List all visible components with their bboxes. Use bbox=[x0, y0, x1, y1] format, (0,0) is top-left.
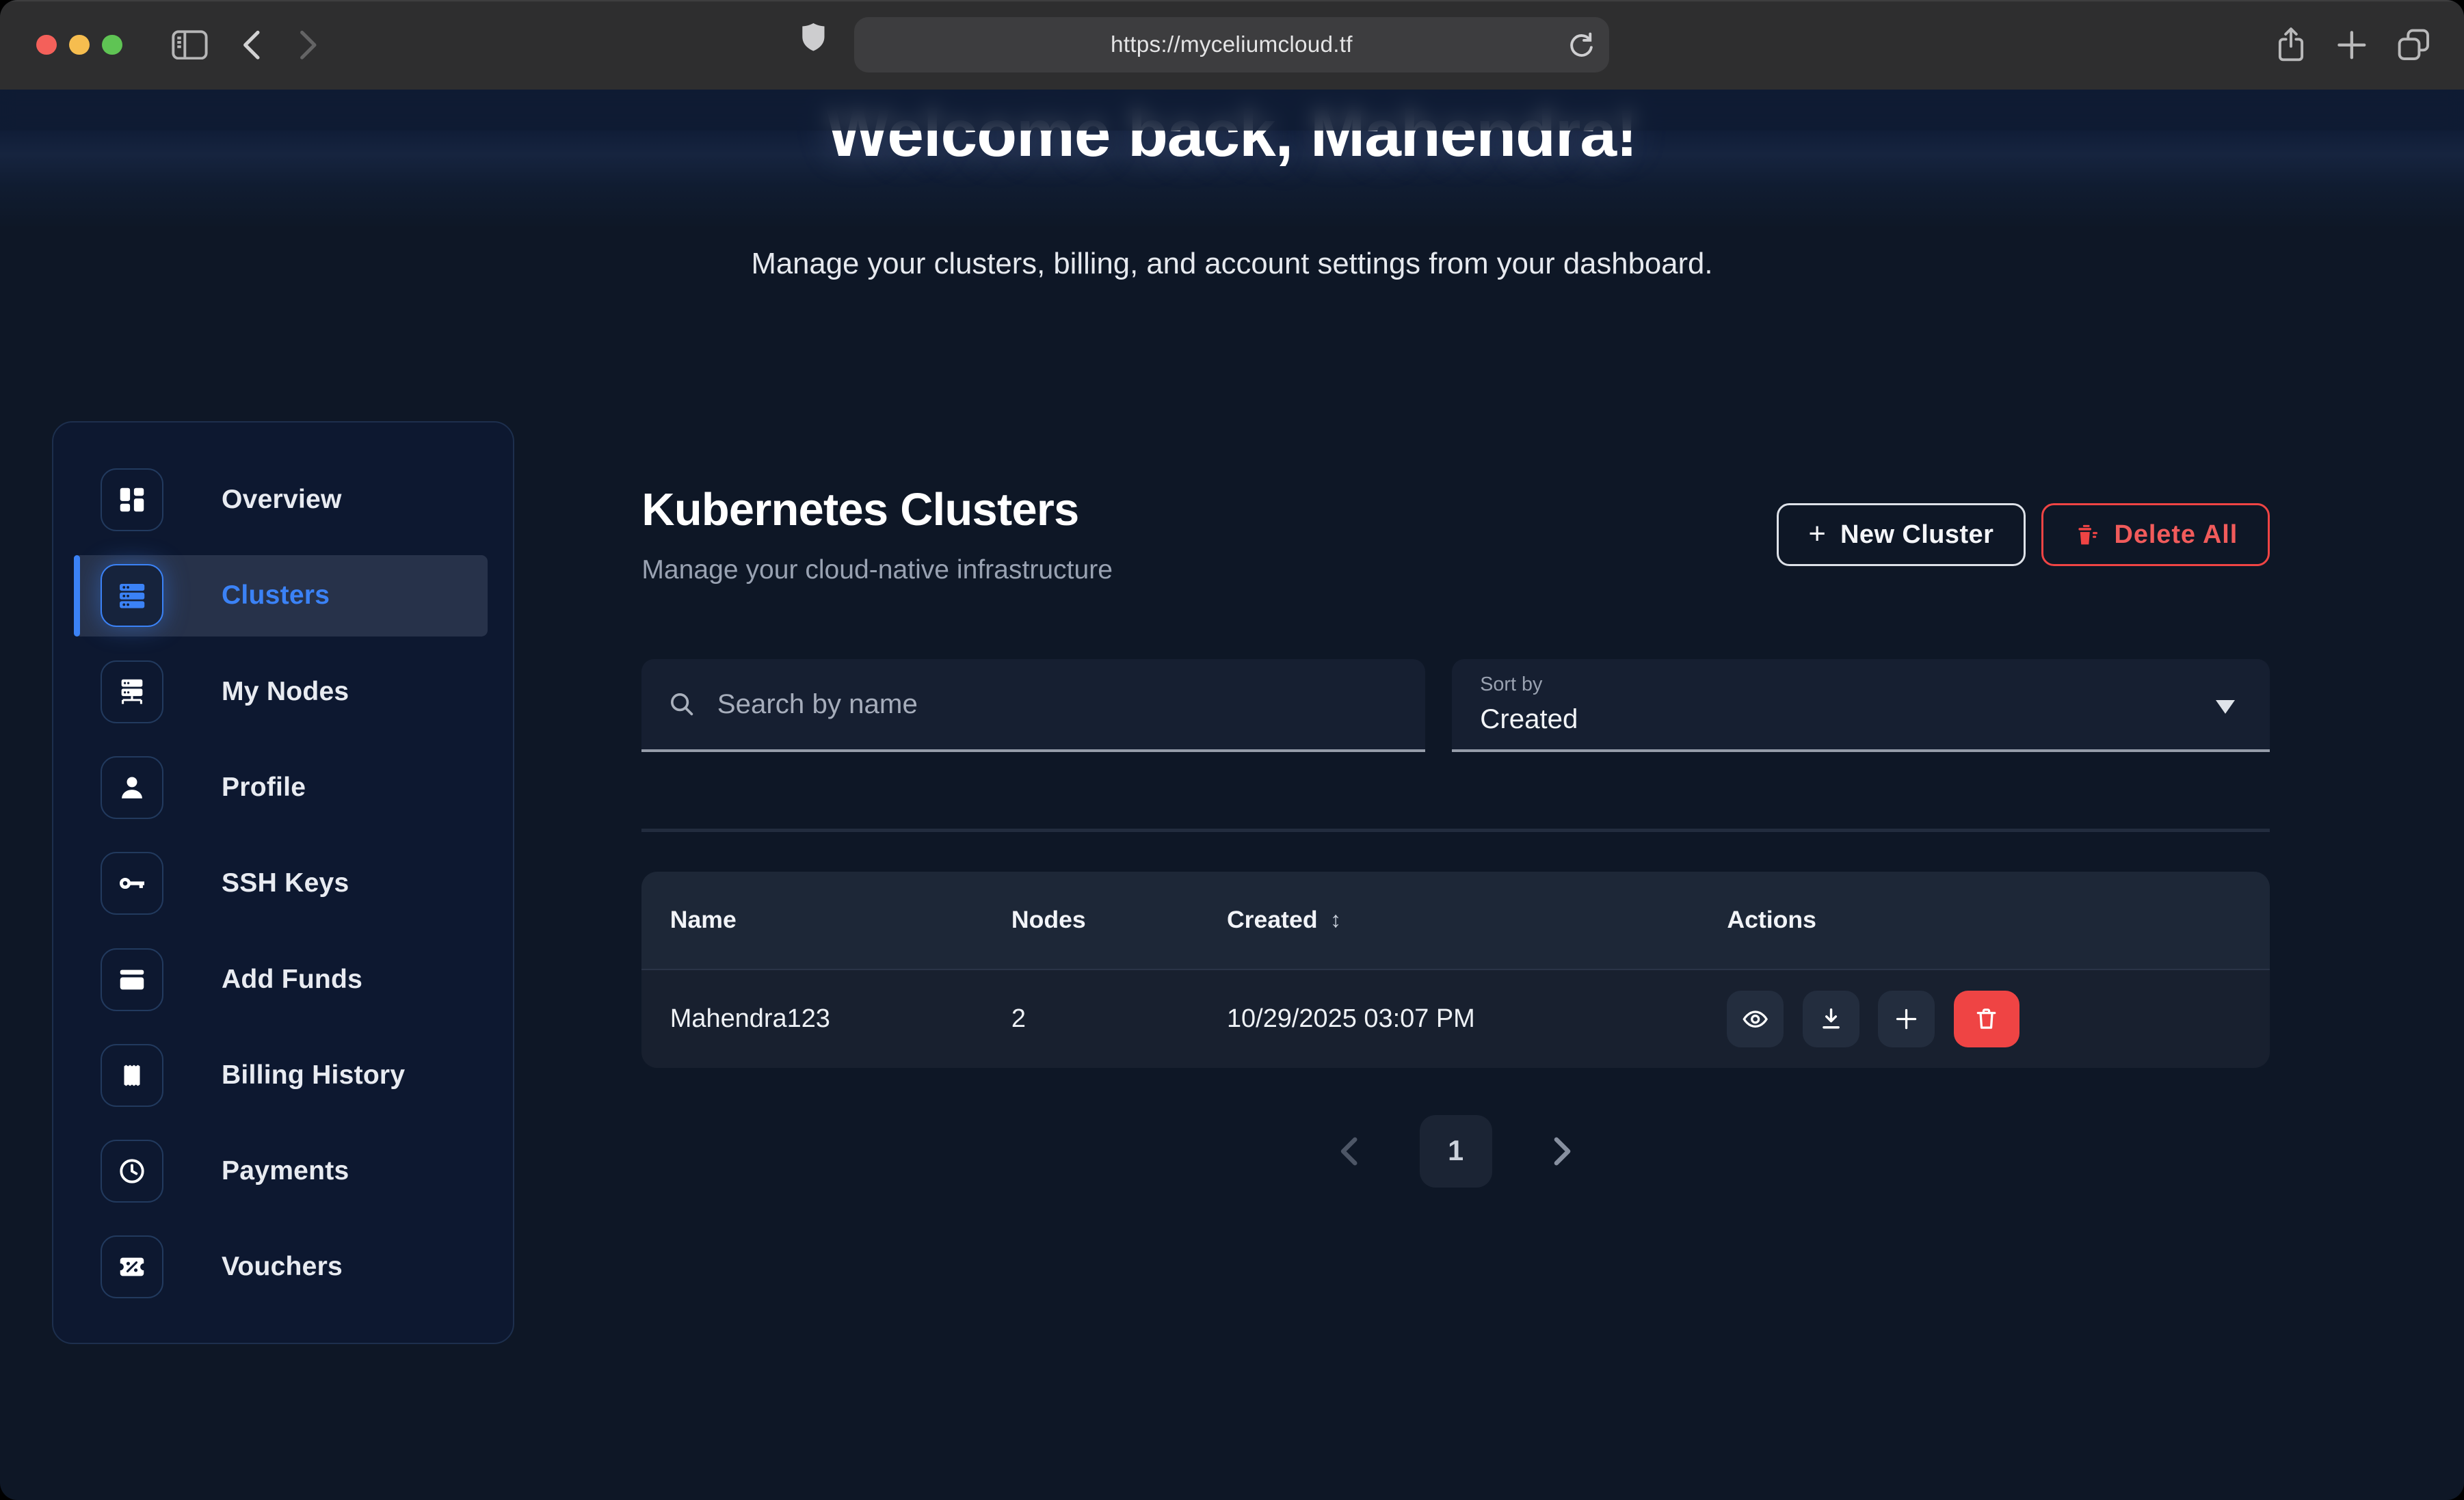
search-input[interactable] bbox=[714, 687, 1400, 722]
reload-icon[interactable] bbox=[1567, 30, 1595, 60]
sidebar-item-my-nodes[interactable]: My Nodes bbox=[53, 660, 513, 723]
minimize-window-button[interactable] bbox=[69, 35, 90, 55]
new-cluster-button[interactable]: + New Cluster bbox=[1777, 503, 2026, 566]
download-kubeconfig-button[interactable] bbox=[1803, 991, 1859, 1047]
search-icon bbox=[667, 689, 697, 719]
sidebar-item-label: Add Funds bbox=[222, 965, 362, 995]
column-header-nodes: Nodes bbox=[1011, 906, 1227, 934]
page-title: Kubernetes Clusters bbox=[641, 484, 1113, 536]
chevron-down-icon bbox=[2216, 700, 2235, 714]
sidebar-toggle-icon[interactable] bbox=[172, 30, 208, 60]
download-icon bbox=[1818, 1006, 1844, 1032]
sidebar-item-label: Billing History bbox=[222, 1060, 405, 1090]
delete-all-button[interactable]: Delete All bbox=[2041, 503, 2270, 566]
column-header-name: Name bbox=[670, 906, 1011, 934]
plus-icon: + bbox=[1808, 517, 1826, 551]
privacy-shield-icon[interactable] bbox=[801, 22, 826, 53]
receipt-icon bbox=[101, 1044, 163, 1107]
profile-icon bbox=[101, 756, 163, 819]
sidebar-item-payments[interactable]: Payments bbox=[53, 1140, 513, 1203]
hero-top-veil bbox=[0, 90, 2464, 131]
cluster-created-cell: 10/29/2025 03:07 PM bbox=[1227, 1004, 1727, 1034]
sidebar-item-label: Overview bbox=[222, 485, 342, 515]
clock-icon bbox=[101, 1140, 163, 1203]
sidebar-item-label: Payments bbox=[222, 1156, 349, 1186]
trash-icon bbox=[2074, 522, 2100, 548]
url-text: https://myceliumcloud.tf bbox=[1111, 32, 1353, 58]
plus-icon bbox=[1893, 1006, 1920, 1032]
page-subtitle: Manage your cloud-native infrastructure bbox=[641, 555, 1113, 585]
sidebar-item-label: Profile bbox=[222, 773, 306, 803]
welcome-subtitle: Manage your clusters, billing, and accou… bbox=[0, 247, 2464, 281]
sidebar-item-label: My Nodes bbox=[222, 677, 349, 707]
sort-value: Created bbox=[1480, 704, 2241, 735]
sidebar-item-add-funds[interactable]: Add Funds bbox=[53, 948, 513, 1011]
view-cluster-button[interactable] bbox=[1727, 991, 1784, 1047]
address-bar[interactable]: https://myceliumcloud.tf bbox=[854, 17, 1609, 72]
credit-card-icon bbox=[101, 948, 163, 1011]
eye-icon bbox=[1741, 1005, 1769, 1033]
next-page-button[interactable] bbox=[1552, 1136, 1574, 1167]
back-icon[interactable] bbox=[242, 30, 261, 60]
forward-icon[interactable] bbox=[299, 30, 318, 60]
dashboard-sidebar: Overview bbox=[52, 421, 514, 1344]
zoom-window-button[interactable] bbox=[102, 35, 122, 55]
browser-window: https://myceliumcloud.tf bbox=[0, 0, 2464, 1500]
section-divider bbox=[641, 829, 2270, 832]
tab-overview-icon[interactable] bbox=[2396, 27, 2431, 62]
sidebar-item-label: Clusters bbox=[222, 580, 330, 611]
table-row: Mahendra123 2 10/29/2025 03:07 PM bbox=[641, 970, 2270, 1068]
trash-icon bbox=[1973, 1006, 2000, 1032]
chevron-right-icon bbox=[1552, 1136, 1574, 1167]
sidebar-item-overview[interactable]: Overview bbox=[53, 468, 513, 531]
new-cluster-label: New Cluster bbox=[1840, 520, 1993, 550]
new-tab-icon[interactable] bbox=[2337, 30, 2367, 60]
column-header-created[interactable]: Created ↕ bbox=[1227, 906, 1727, 934]
search-field bbox=[641, 659, 1425, 752]
ticket-icon bbox=[101, 1235, 163, 1298]
delete-all-label: Delete All bbox=[2115, 520, 2238, 550]
sort-select[interactable]: Sort by Created bbox=[1452, 659, 2270, 752]
column-header-actions: Actions bbox=[1727, 906, 2241, 934]
chevron-left-icon bbox=[1338, 1136, 1360, 1167]
sort-label: Sort by bbox=[1480, 673, 2241, 696]
sidebar-item-ssh-keys[interactable]: SSH Keys bbox=[53, 852, 513, 915]
clusters-main: Kubernetes Clusters Manage your cloud-na… bbox=[641, 421, 2270, 1344]
add-node-button[interactable] bbox=[1878, 991, 1935, 1047]
cluster-nodes-cell: 2 bbox=[1011, 1004, 1227, 1034]
sidebar-item-clusters[interactable]: Clusters bbox=[74, 555, 488, 637]
sort-arrows-icon: ↕ bbox=[1330, 907, 1341, 933]
close-window-button[interactable] bbox=[36, 35, 57, 55]
delete-cluster-button[interactable] bbox=[1954, 991, 2020, 1047]
cluster-name-cell: Mahendra123 bbox=[670, 1004, 1011, 1034]
clusters-icon bbox=[101, 564, 163, 627]
dashboard-icon bbox=[101, 468, 163, 531]
sidebar-item-label: Vouchers bbox=[222, 1252, 343, 1282]
key-icon bbox=[101, 852, 163, 915]
previous-page-button[interactable] bbox=[1338, 1136, 1360, 1167]
share-icon[interactable] bbox=[2275, 27, 2307, 63]
browser-toolbar: https://myceliumcloud.tf bbox=[0, 0, 2464, 90]
sidebar-item-vouchers[interactable]: Vouchers bbox=[53, 1235, 513, 1298]
nodes-icon bbox=[101, 660, 163, 723]
table-header-row: Name Nodes Created ↕ Actions bbox=[641, 872, 2270, 971]
sidebar-item-label: SSH Keys bbox=[222, 868, 349, 898]
sidebar-item-billing-history[interactable]: Billing History bbox=[53, 1044, 513, 1107]
clusters-table: Name Nodes Created ↕ Actions Mahendra123… bbox=[641, 872, 2270, 1068]
pagination: 1 bbox=[641, 1115, 2270, 1188]
welcome-hero: Welcome back, Mahendra! Manage your clus… bbox=[0, 90, 2464, 330]
sidebar-item-profile[interactable]: Profile bbox=[53, 756, 513, 819]
page-number-button[interactable]: 1 bbox=[1420, 1115, 1492, 1188]
